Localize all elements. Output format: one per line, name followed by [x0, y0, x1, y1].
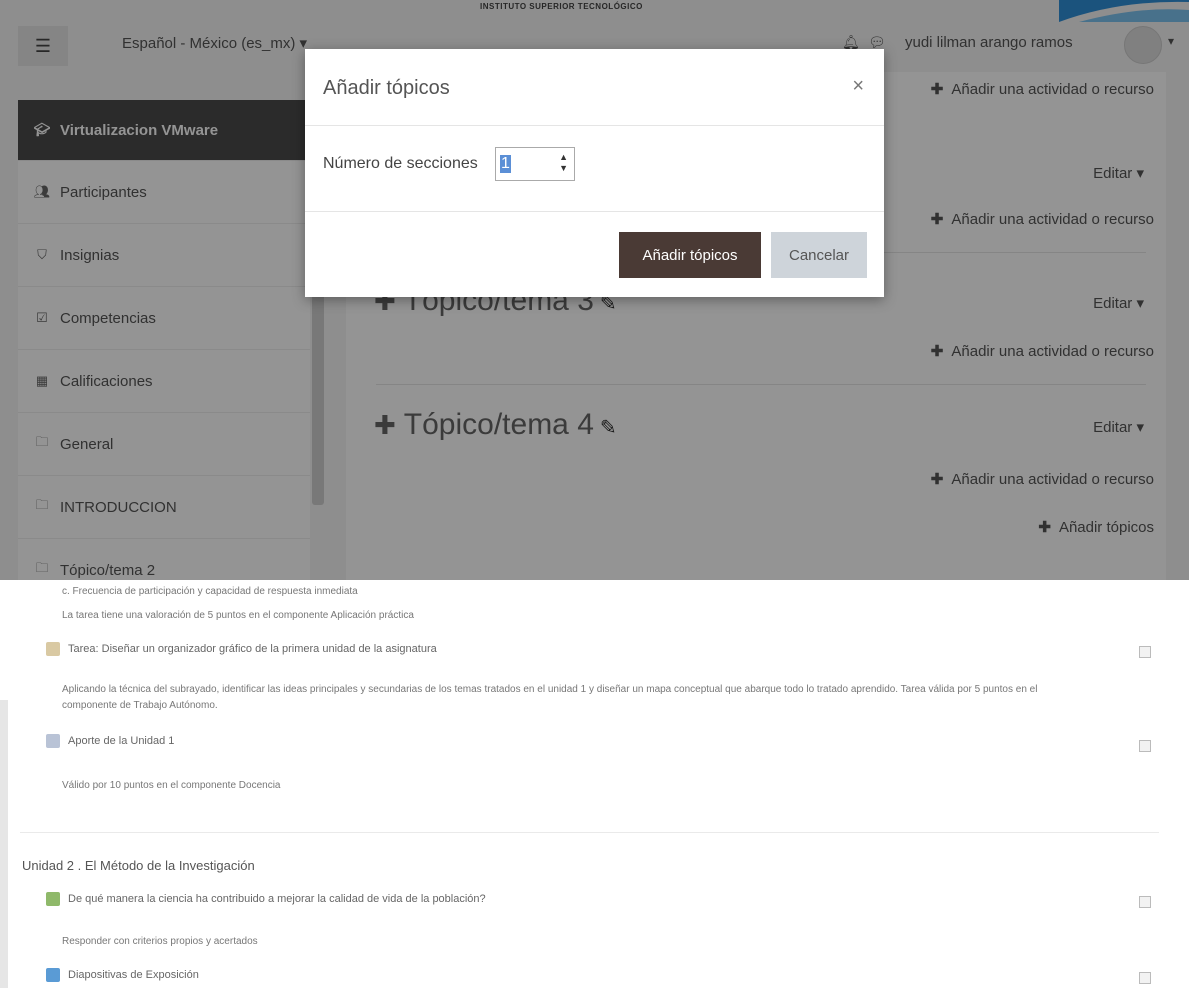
completion-checkbox[interactable]	[1139, 972, 1151, 984]
unit-2-heading: Unidad 2 . El Método de la Investigación	[22, 858, 255, 873]
close-icon[interactable]: ×	[852, 75, 864, 98]
text-line: Válido por 10 puntos en el componente Do…	[62, 780, 281, 791]
sections-value: 1	[500, 155, 511, 173]
divider	[305, 125, 884, 126]
sections-number-input[interactable]: 1 ▲ ▼	[495, 147, 575, 181]
divider	[305, 211, 884, 212]
add-topics-dialog: Añadir tópicos × Número de secciones 1 ▲…	[305, 49, 884, 297]
sections-label: Número de secciones	[323, 155, 478, 172]
dialog-title: Añadir tópicos	[323, 77, 450, 99]
completion-checkbox[interactable]	[1139, 896, 1151, 908]
list-item[interactable]: Aporte de la Unidad 1	[46, 734, 174, 748]
add-topics-button[interactable]: Añadir tópicos	[619, 232, 761, 278]
divider	[20, 832, 1159, 833]
list-item[interactable]: De qué manera la ciencia ha contribuido …	[46, 892, 486, 906]
assignment-icon	[46, 734, 60, 748]
folder-icon	[46, 968, 60, 982]
completion-checkbox[interactable]	[1139, 740, 1151, 752]
course-page: INSTITUTO SUPERIOR TECNOLÓGICO ☰ Español…	[0, 0, 1189, 580]
list-item[interactable]: Tarea: Diseñar un organizador gráfico de…	[46, 642, 437, 656]
text-line: componente de Trabajo Autónomo.	[62, 700, 218, 711]
cancel-button[interactable]: Cancelar	[771, 232, 867, 278]
spinner-arrows-icon[interactable]: ▲ ▼	[559, 152, 568, 174]
assignment-icon	[46, 642, 60, 656]
forum-icon	[46, 892, 60, 906]
completion-checkbox[interactable]	[1139, 646, 1151, 658]
list-item[interactable]: Diapositivas de Exposición	[46, 968, 199, 982]
text-line: Aplicando la técnica del subrayado, iden…	[62, 684, 1038, 695]
course-content: c. Frecuencia de participación y capacid…	[0, 580, 1189, 988]
text-line: La tarea tiene una valoración de 5 punto…	[62, 610, 414, 621]
left-edge-bar	[0, 700, 8, 988]
text-line: Responder con criterios propios y acerta…	[62, 936, 258, 947]
text-line: c. Frecuencia de participación y capacid…	[62, 586, 358, 597]
